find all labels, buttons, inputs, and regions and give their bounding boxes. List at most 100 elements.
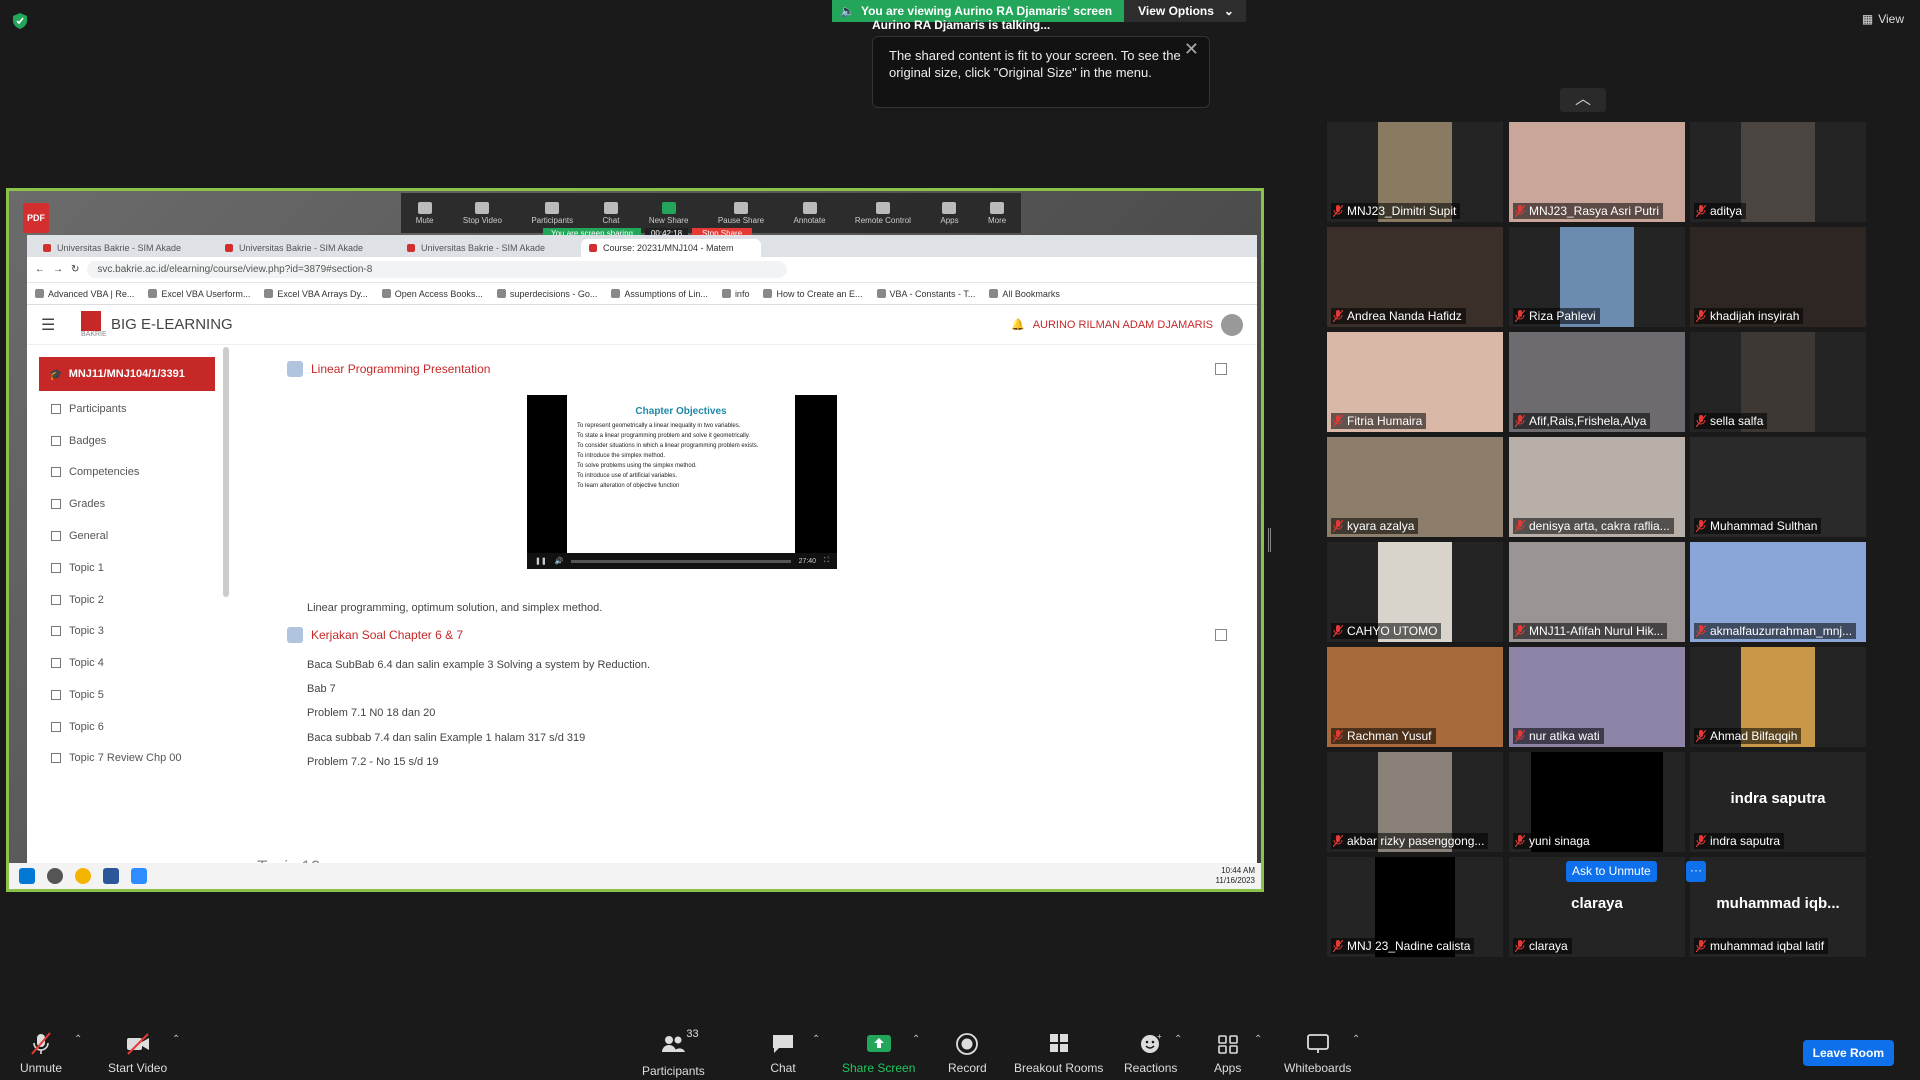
view-button[interactable]: ▦ View: [1862, 12, 1904, 26]
participant-tile[interactable]: MNJ11-Afifah Nurul Hik...: [1509, 542, 1685, 642]
participant-video: [1741, 122, 1815, 222]
microphone-muted-icon: [1515, 310, 1525, 322]
participant-name-label: Rachman Yusuf: [1331, 728, 1436, 744]
bookmark: Excel VBA Userform...: [148, 289, 250, 299]
record-button[interactable]: Record: [948, 1032, 987, 1075]
task-line: Baca subbab 7.4 dan salin Example 1 hala…: [307, 732, 586, 744]
whiteboards-button[interactable]: Whiteboards: [1284, 1032, 1351, 1075]
sidebar-item-general: General: [51, 530, 108, 542]
participant-tile[interactable]: indra saputra indra saputra: [1690, 752, 1866, 852]
browser-tab: Universitas Bakrie - SIM Akade: [35, 239, 215, 257]
participant-name-label: indra saputra: [1694, 833, 1785, 849]
graduation-cap-icon: 🎓: [49, 368, 63, 381]
breakout-rooms-button[interactable]: Breakout Rooms: [1014, 1032, 1103, 1075]
ask-to-unmute-button[interactable]: Ask to Unmute: [1566, 861, 1657, 882]
sidebar-item-grades: Grades: [51, 498, 105, 510]
participant-tile[interactable]: Muhammad Sulthan: [1690, 437, 1866, 537]
participant-tile[interactable]: nur atika wati: [1509, 647, 1685, 747]
search-icon: [47, 868, 63, 884]
tile-more-button[interactable]: ···: [1686, 861, 1706, 882]
whiteboards-options-chevron-icon[interactable]: ⌃: [1352, 1034, 1360, 1045]
participant-tile[interactable]: akbar rizky pasenggong...: [1327, 752, 1503, 852]
participant-tile[interactable]: Riza Pahlevi: [1509, 227, 1685, 327]
reactions-button[interactable]: + Reactions: [1124, 1032, 1177, 1075]
share-screen-button[interactable]: Share Screen: [842, 1032, 915, 1075]
presenter-more: More: [988, 201, 1006, 225]
participant-name-label: akbar rizky pasenggong...: [1331, 833, 1489, 849]
grid-view-icon: ▦: [1861, 12, 1874, 26]
browser-tab: Universitas Bakrie - SIM Akade: [399, 239, 579, 257]
view-options-button[interactable]: View Options ⌄: [1124, 0, 1246, 22]
microphone-muted-icon: [1333, 835, 1343, 847]
participant-tile[interactable]: CAHYO UTOMO: [1327, 542, 1503, 642]
taskbar-clock: 10:44 AM 11/16/2023: [1215, 866, 1255, 885]
task-line: Problem 7.1 N0 18 dan 20: [307, 707, 436, 719]
meeting-toolbar: Unmute ⌃ Start Video ⌃ 33 Participants C…: [0, 1022, 1920, 1080]
participant-tile[interactable]: Fitria Humaira: [1327, 332, 1503, 432]
sidebar-item-topic: Topic 4: [51, 657, 104, 669]
start-video-button[interactable]: Start Video: [108, 1032, 167, 1075]
split-divider-handle[interactable]: [1268, 528, 1271, 552]
participant-tile[interactable]: Rachman Yusuf: [1327, 647, 1503, 747]
participant-tile[interactable]: Andrea Nanda Hafidz: [1327, 227, 1503, 327]
bookmark: superdecisions - Go...: [496, 289, 597, 299]
close-icon[interactable]: ✕: [1184, 40, 1199, 58]
participant-name-label: CAHYO UTOMO: [1331, 623, 1442, 639]
slide-bullet: To state a linear programming problem an…: [577, 433, 750, 439]
participant-tile[interactable]: denisya arta, cakra raflia...: [1509, 437, 1685, 537]
bookmark: All Bookmarks: [989, 289, 1060, 299]
browser-tabbar: Universitas Bakrie - SIM Akade Universit…: [27, 235, 1257, 257]
gallery-collapse-button[interactable]: ︿: [1560, 88, 1606, 112]
whiteboard-icon: [1306, 1034, 1329, 1053]
reactions-options-chevron-icon[interactable]: ⌃: [1174, 1034, 1182, 1045]
share-options-chevron-icon[interactable]: ⌃: [912, 1034, 920, 1045]
security-shield-icon[interactable]: [12, 12, 28, 30]
participant-name-label: kyara azalya: [1331, 518, 1419, 534]
participant-tile[interactable]: kyara azalya: [1327, 437, 1503, 537]
sidebar-item-topic: Topic 5: [51, 689, 104, 701]
participant-tile[interactable]: khadijah insyirah: [1690, 227, 1866, 327]
participant-tile[interactable]: yuni sinaga: [1509, 752, 1685, 852]
microphone-muted-icon: [1696, 205, 1706, 217]
participant-name-label: Muhammad Sulthan: [1694, 518, 1822, 534]
audio-options-chevron-icon[interactable]: ⌃: [74, 1034, 82, 1045]
participants-button[interactable]: 33 Participants: [642, 1028, 705, 1078]
apps-options-chevron-icon[interactable]: ⌃: [1254, 1034, 1262, 1045]
chrome-icon: [75, 868, 91, 884]
activity-link-presentation: Linear Programming Presentation: [287, 361, 490, 377]
participant-tile[interactable]: muhammad iqb... muhammad iqbal latif: [1690, 857, 1866, 957]
microphone-muted-icon: [1333, 625, 1343, 637]
video-progress: [571, 559, 791, 563]
participant-tile[interactable]: akmalfauzurrahman_mnj...: [1690, 542, 1866, 642]
microphone-muted-icon: [1696, 940, 1706, 952]
microphone-muted-icon: [1333, 415, 1343, 427]
participant-tile[interactable]: Afif,Rais,Frishela,Alya: [1509, 332, 1685, 432]
apps-button[interactable]: Apps: [1214, 1032, 1241, 1075]
participant-tile[interactable]: MNJ 23_Nadine calista: [1327, 857, 1503, 957]
microphone-muted-icon: [1696, 520, 1706, 532]
shared-screen[interactable]: PDF Mute Stop Video Participants Chat Ne…: [6, 188, 1264, 892]
leave-room-button[interactable]: Leave Room: [1802, 1040, 1894, 1066]
slide-bullet: To introduce use of artificial variables…: [577, 473, 678, 479]
slide-bullet: To learn alteration of objective functio…: [577, 483, 680, 489]
participant-tile[interactable]: Ahmad Bilfaqqih: [1690, 647, 1866, 747]
completion-checkbox: [1215, 629, 1227, 641]
unmute-button[interactable]: Unmute: [20, 1032, 62, 1075]
participant-name-label: muhammad iqbal latif: [1694, 938, 1829, 954]
sidebar-item-topic: Topic 3: [51, 625, 104, 637]
participant-name-label: MNJ23_Dimitri Supit: [1331, 203, 1461, 219]
participant-tile[interactable]: sella salfa: [1690, 332, 1866, 432]
browser-tab: Universitas Bakrie - SIM Akade: [217, 239, 397, 257]
participant-tile[interactable]: MNJ23_Rasya Asri Putri: [1509, 122, 1685, 222]
chat-options-chevron-icon[interactable]: ⌃: [812, 1034, 820, 1045]
task-line: Baca SubBab 6.4 dan salin example 3 Solv…: [307, 659, 651, 671]
bookmark: Advanced VBA | Re...: [35, 289, 134, 299]
participant-tile[interactable]: aditya: [1690, 122, 1866, 222]
participant-tile[interactable]: MNJ23_Dimitri Supit: [1327, 122, 1503, 222]
video-options-chevron-icon[interactable]: ⌃: [172, 1034, 180, 1045]
participant-name-label: yuni sinaga: [1513, 833, 1594, 849]
video-off-icon: [126, 1033, 149, 1055]
chat-button[interactable]: Chat: [770, 1032, 796, 1075]
participant-name-label: denisya arta, cakra raflia...: [1513, 518, 1674, 534]
participant-display-name: indra saputra: [1730, 790, 1826, 807]
